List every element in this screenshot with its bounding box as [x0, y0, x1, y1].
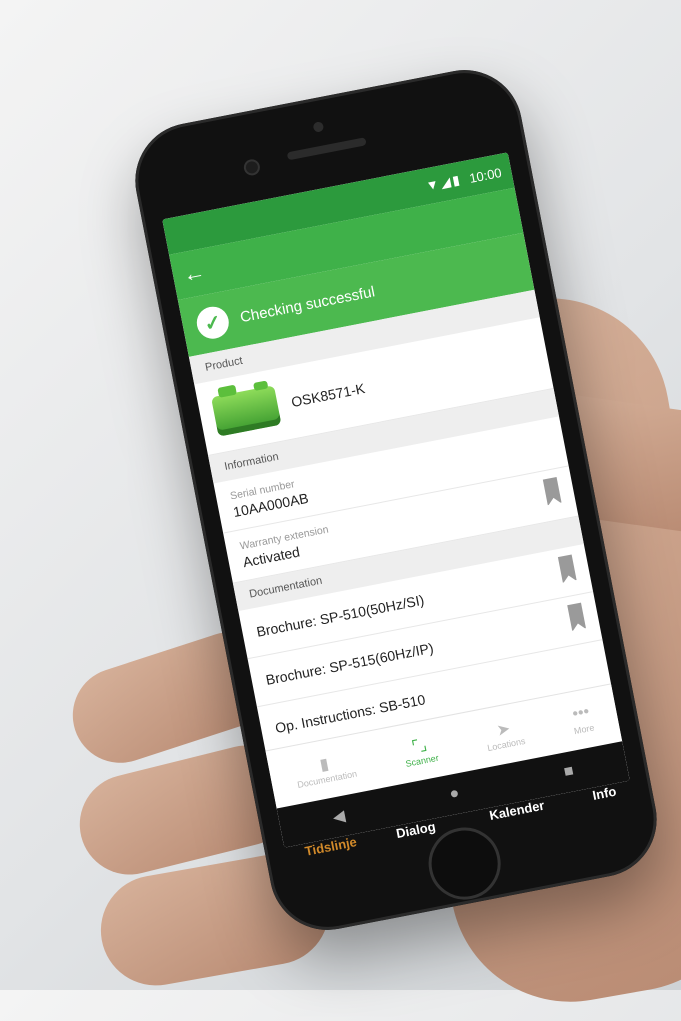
product-name: OSK8571-K: [289, 380, 367, 411]
compressor-image: [211, 385, 282, 437]
tab-tidslinje[interactable]: Tidslinje: [304, 834, 358, 859]
success-text: Checking successful: [238, 282, 377, 326]
sensor: [312, 121, 325, 133]
tab-dialog[interactable]: Dialog: [395, 819, 437, 841]
tab-kalender[interactable]: Kalender: [488, 798, 545, 823]
front-camera: [242, 158, 262, 177]
status-time: 10:00: [467, 164, 503, 186]
bookmark-icon[interactable]: [567, 602, 586, 631]
speaker: [286, 137, 367, 161]
status-icons: ▼◢▮: [424, 171, 463, 194]
tab-info[interactable]: Info: [591, 784, 617, 803]
bookmark-icon[interactable]: [557, 554, 577, 583]
back-arrow-icon[interactable]: ←: [181, 259, 208, 289]
checkmark-icon: ✓: [194, 303, 232, 342]
